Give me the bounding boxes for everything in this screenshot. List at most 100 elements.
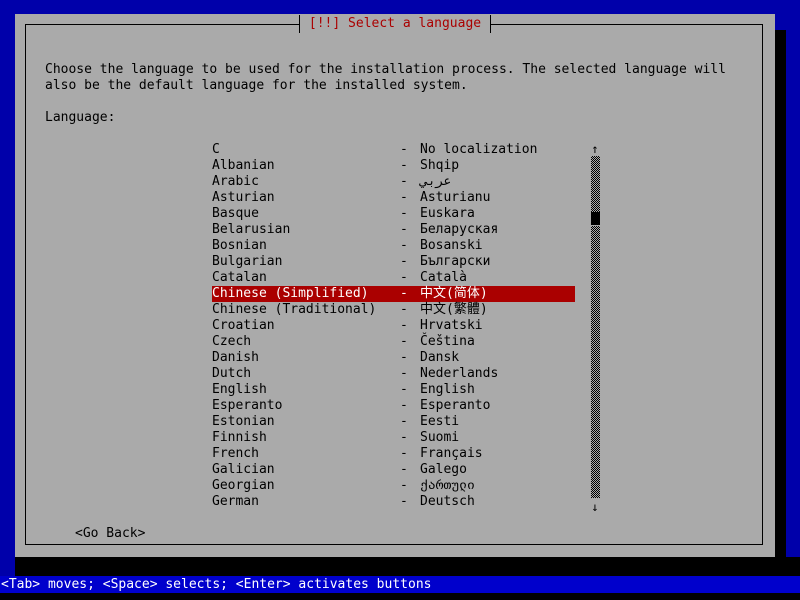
go-back-button-wrapper: <Go Back> <box>75 526 145 542</box>
language-english-name: Dutch <box>212 366 252 381</box>
language-native-name: Hrvatski <box>420 318 483 333</box>
language-row[interactable]: Asturian - Asturianu <box>212 190 582 206</box>
language-row[interactable]: German - Deutsch <box>212 494 582 510</box>
language-row[interactable]: Arabic - عربي <box>212 174 582 190</box>
language-row[interactable]: Chinese (Traditional) - 中文(繁體) <box>212 302 582 318</box>
language-list-scrollbar[interactable]: ↑ ↓ <box>587 142 603 514</box>
language-list[interactable]: C - No localization Albanian - Shqip Arabic - عر… <box>212 142 582 510</box>
language-english-name: Albanian <box>212 158 275 173</box>
language-english-name: Catalan <box>212 270 267 285</box>
language-row[interactable]: C - No localization <box>212 142 582 158</box>
below-dialog-blue-gutter <box>0 557 15 576</box>
language-separator-dash: - <box>400 174 408 189</box>
language-separator-dash: - <box>400 286 408 301</box>
language-row[interactable]: Belarusian - Беларуская <box>212 222 582 238</box>
language-english-name: Georgian <box>212 478 275 493</box>
language-native-name: English <box>420 382 475 397</box>
language-native-name: Nederlands <box>420 366 499 381</box>
language-row[interactable]: Georgian - ქართული <box>212 478 582 494</box>
scrollbar-trough-lower[interactable] <box>591 226 600 498</box>
language-native-name: No localization <box>420 142 538 157</box>
description-line-2: also be the default language for the ins… <box>45 78 468 93</box>
language-english-name: Bulgarian <box>212 254 283 269</box>
language-native-name: 中文(简体) <box>420 286 488 301</box>
language-row[interactable]: Finnish - Suomi <box>212 430 582 446</box>
language-english-name: Danish <box>212 350 259 365</box>
language-field-label: Language: <box>45 110 116 125</box>
language-separator-dash: - <box>400 478 408 493</box>
language-row[interactable]: Chinese (Simplified) - 中文(简体) <box>212 286 575 302</box>
language-row[interactable]: Czech - Čeština <box>212 334 582 350</box>
language-english-name: Esperanto <box>212 398 283 413</box>
language-english-name: Basque <box>212 206 259 221</box>
language-row[interactable]: Catalan - Català <box>212 270 582 286</box>
go-back-button[interactable]: <Go Back> <box>75 526 145 542</box>
language-english-name: Croatian <box>212 318 275 333</box>
language-separator-dash: - <box>400 254 408 269</box>
language-row[interactable]: Albanian - Shqip <box>212 158 582 174</box>
language-native-name: 中文(繁體) <box>420 302 488 317</box>
language-native-name: Deutsch <box>420 494 475 509</box>
language-separator-dash: - <box>400 238 408 253</box>
language-separator-dash: - <box>400 302 408 317</box>
language-english-name: C <box>212 142 220 157</box>
language-row[interactable]: English - English <box>212 382 582 398</box>
description-line-1: Choose the language to be used for the i… <box>45 62 726 77</box>
language-separator-dash: - <box>400 398 408 413</box>
language-native-name: Eesti <box>420 414 460 429</box>
language-english-name: Galician <box>212 462 275 477</box>
language-separator-dash: - <box>400 366 408 381</box>
language-english-name: German <box>212 494 259 509</box>
language-row[interactable]: Galician - Galego <box>212 462 582 478</box>
language-english-name: Czech <box>212 334 252 349</box>
language-english-name: Arabic <box>212 174 259 189</box>
language-separator-dash: - <box>400 382 408 397</box>
scrollbar-thumb[interactable] <box>591 212 600 225</box>
language-native-name: Shqip <box>420 158 460 173</box>
language-row[interactable]: French - Français <box>212 446 582 462</box>
language-english-name: English <box>212 382 267 397</box>
language-row[interactable]: Esperanto - Esperanto <box>212 398 582 414</box>
language-row[interactable]: Basque - Euskara <box>212 206 582 222</box>
scroll-down-arrow-icon[interactable]: ↓ <box>587 500 603 514</box>
language-native-name: Български <box>420 254 491 269</box>
language-native-name: Dansk <box>420 350 460 365</box>
language-separator-dash: - <box>400 462 408 477</box>
language-english-name: Chinese (Traditional) <box>212 302 377 317</box>
language-native-name: ქართული <box>420 478 475 493</box>
language-separator-dash: - <box>400 158 408 173</box>
below-dialog-black-strip <box>0 557 800 576</box>
language-row[interactable]: Bosnian - Bosanski <box>212 238 582 254</box>
language-row[interactable]: Danish - Dansk <box>212 350 582 366</box>
language-english-name: Estonian <box>212 414 275 429</box>
language-separator-dash: - <box>400 350 408 365</box>
language-native-name: Suomi <box>420 430 460 445</box>
language-native-name: Asturianu <box>420 190 491 205</box>
language-row[interactable]: Croatian - Hrvatski <box>212 318 582 334</box>
language-english-name: Asturian <box>212 190 275 205</box>
language-row[interactable]: Estonian - Eesti <box>212 414 582 430</box>
scrollbar-trough-upper[interactable] <box>591 156 600 212</box>
language-native-name: Français <box>420 446 483 461</box>
language-separator-dash: - <box>400 270 408 285</box>
language-separator-dash: - <box>400 206 408 221</box>
installer-screen: [!!] Select a language Choose the langua… <box>0 0 800 600</box>
language-row[interactable]: Bulgarian - Български <box>212 254 582 270</box>
language-native-name: Esperanto <box>420 398 491 413</box>
language-english-name: Finnish <box>212 430 267 445</box>
language-separator-dash: - <box>400 494 408 509</box>
language-separator-dash: - <box>400 190 408 205</box>
language-english-name: Bosnian <box>212 238 267 253</box>
language-separator-dash: - <box>400 142 408 157</box>
language-row[interactable]: Dutch - Nederlands <box>212 366 582 382</box>
language-native-name: Galego <box>420 462 467 477</box>
language-separator-dash: - <box>400 446 408 461</box>
language-separator-dash: - <box>400 318 408 333</box>
language-separator-dash: - <box>400 430 408 445</box>
language-english-name: Belarusian <box>212 222 291 237</box>
select-language-dialog: [!!] Select a language Choose the langua… <box>15 14 775 557</box>
language-native-name: Čeština <box>420 334 475 349</box>
help-bar: <Tab> moves; <Space> selects; <Enter> ac… <box>0 576 800 593</box>
scroll-up-arrow-icon[interactable]: ↑ <box>587 142 603 156</box>
language-separator-dash: - <box>400 414 408 429</box>
